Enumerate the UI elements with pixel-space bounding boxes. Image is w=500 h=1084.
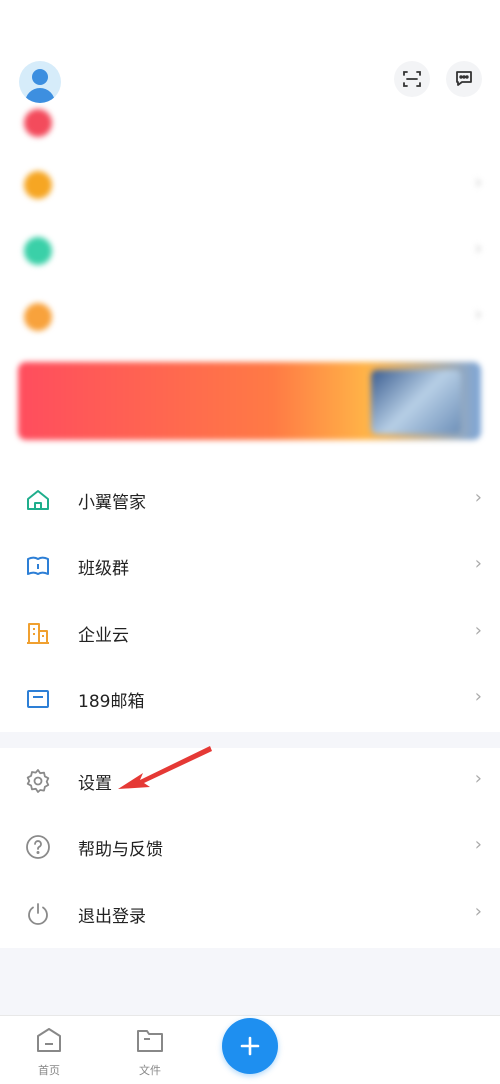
carousel-dots (233, 457, 264, 472)
chevron-right-icon: › (474, 172, 482, 193)
plus-icon (240, 1036, 260, 1056)
book-icon (24, 552, 52, 580)
power-icon (24, 900, 52, 928)
scan-icon (403, 71, 421, 87)
tab-files[interactable]: 文件 (125, 1026, 175, 1078)
tab-home[interactable]: 首页 (24, 1026, 74, 1078)
menu-item-xiaoyi[interactable]: 小翼管家 › (0, 467, 500, 533)
chevron-right-icon: › (474, 768, 482, 789)
menu-item-label: 小翼管家 (78, 493, 146, 513)
item-icon (24, 237, 52, 265)
list-item[interactable]: › (0, 226, 500, 276)
blurred-content: › › › (0, 108, 500, 468)
menu-item-help-feedback[interactable]: 帮助与反馈 › (0, 814, 500, 880)
avatar-head (32, 69, 48, 85)
list-item[interactable] (0, 98, 500, 148)
tab-label: 文件 (139, 1064, 161, 1077)
gear-icon (24, 767, 52, 795)
menu-item-settings[interactable]: 设置 › (0, 748, 500, 814)
promo-banner[interactable] (18, 362, 481, 440)
folder-icon (137, 1030, 163, 1052)
chevron-right-icon: › (474, 304, 482, 325)
chevron-right-icon: › (474, 553, 482, 574)
menu-item-label: 设置 (78, 774, 112, 794)
menu-item-189-mail[interactable]: 189邮箱 › (0, 666, 500, 732)
banner-image (371, 370, 461, 434)
menu-item-logout[interactable]: 退出登录 › (0, 881, 500, 947)
home-tab-icon (37, 1028, 61, 1052)
chevron-right-icon: › (474, 901, 482, 922)
profile-panel: › › › 小翼管家 › 班级群 › 企业云 › 189邮箱 › (0, 0, 500, 732)
item-icon (24, 171, 52, 199)
chevron-right-icon: › (474, 238, 482, 259)
menu-item-label: 企业云 (78, 626, 129, 646)
tab-label: 首页 (38, 1064, 60, 1077)
menu-item-label: 班级群 (78, 559, 129, 579)
avatar[interactable] (19, 61, 61, 103)
menu-item-label: 189邮箱 (78, 692, 145, 712)
menu-item-label: 帮助与反馈 (78, 840, 163, 860)
annotation-arrow (118, 746, 212, 789)
list-item[interactable]: › (0, 292, 500, 342)
help-icon (24, 833, 52, 861)
home-icon (24, 486, 52, 514)
message-icon (456, 71, 472, 86)
settings-section: 设置 › 帮助与反馈 › 退出登录 › (0, 748, 500, 948)
menu-item-class-group[interactable]: 班级群 › (0, 533, 500, 599)
item-icon (24, 303, 52, 331)
building-icon (24, 619, 52, 647)
message-button[interactable] (446, 61, 482, 97)
menu-item-label: 退出登录 (78, 907, 146, 927)
chevron-right-icon: › (474, 686, 482, 707)
menu-item-enterprise-cloud[interactable]: 企业云 › (0, 600, 500, 666)
item-icon (24, 109, 52, 137)
chevron-right-icon: › (474, 834, 482, 855)
mail-icon (24, 685, 52, 713)
add-button[interactable] (222, 1018, 278, 1074)
scan-button[interactable] (394, 61, 430, 97)
chevron-right-icon: › (474, 620, 482, 641)
chevron-right-icon: › (474, 487, 482, 508)
list-item[interactable]: › (0, 160, 500, 210)
